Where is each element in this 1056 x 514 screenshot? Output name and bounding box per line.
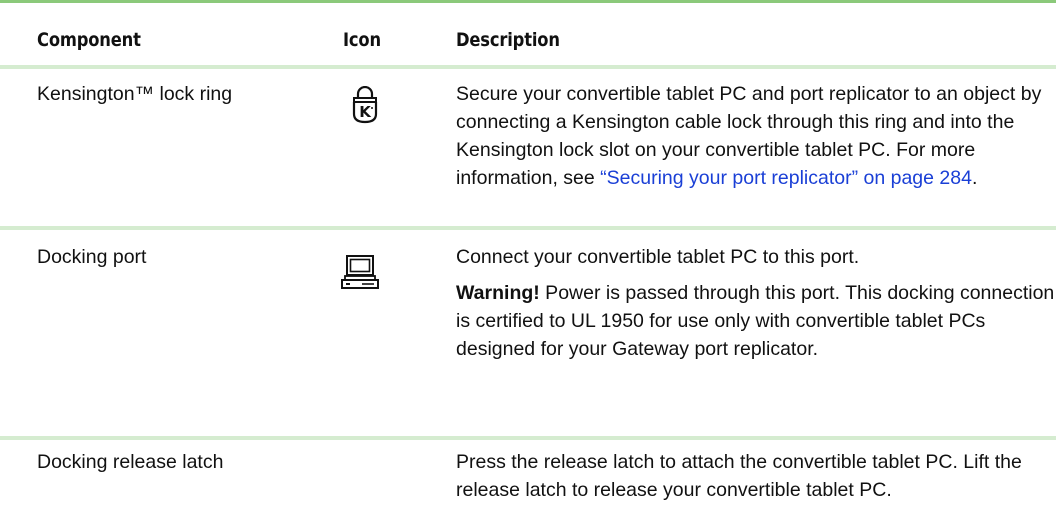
- header-component: Component: [37, 29, 141, 51]
- row-component-docking-port: Docking port: [37, 246, 147, 268]
- kensington-lock-icon: K: [352, 85, 378, 129]
- row-component-kensington: Kensington™ lock ring: [37, 83, 233, 105]
- row-description-docking-port: Connect your convertible tablet PC to th…: [456, 243, 1056, 363]
- header-rule: [0, 65, 1056, 69]
- computer-icon: [338, 254, 382, 295]
- row-description-release-latch: Press the release latch to attach the co…: [456, 448, 1056, 504]
- warning-text: Power is passed through this port. This …: [456, 282, 1055, 360]
- securing-port-replicator-link[interactable]: “Securing your port replicator” on page …: [600, 167, 972, 189]
- row-rule-2: [0, 436, 1056, 440]
- kensington-description-end: .: [971, 167, 978, 189]
- docking-port-description: Connect your convertible tablet PC to th…: [456, 246, 860, 268]
- header-description: Description: [456, 29, 560, 51]
- row-rule-1: [0, 226, 1056, 230]
- svg-text:K: K: [359, 103, 372, 121]
- table-top-rule: [0, 0, 1056, 3]
- row-component-release-latch: Docking release latch: [37, 451, 224, 473]
- warning-label: Warning!: [456, 282, 540, 304]
- header-icon: Icon: [343, 29, 381, 51]
- row-description-kensington: Secure your convertible tablet PC and po…: [456, 80, 1056, 192]
- release-latch-description: Press the release latch to attach the co…: [456, 451, 1022, 501]
